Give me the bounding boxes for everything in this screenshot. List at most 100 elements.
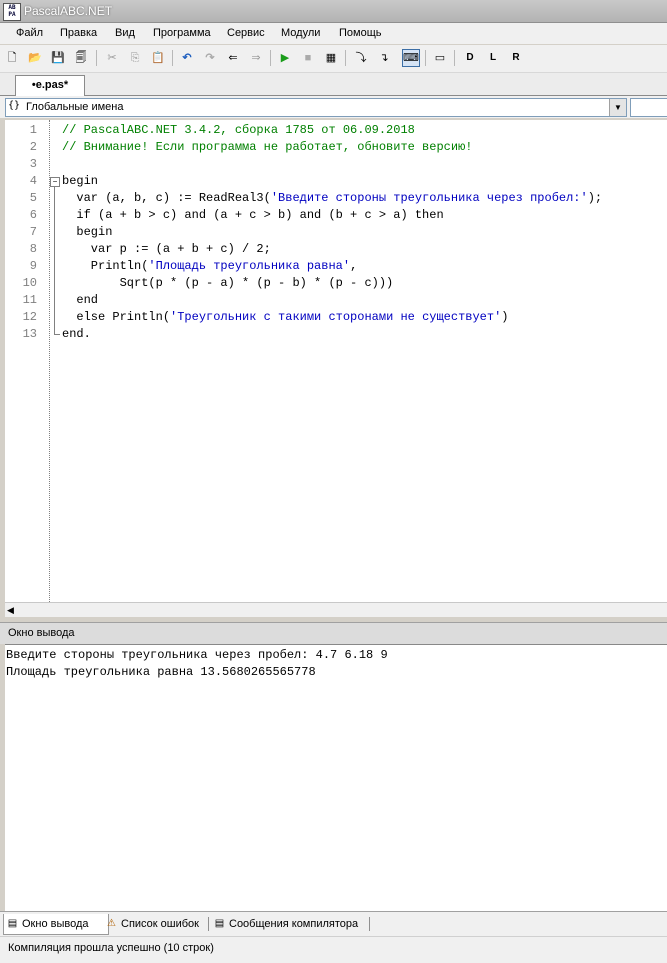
code-token: var p := (a + b + c) / 2; xyxy=(62,242,271,256)
output-panel-title: Окно вывода xyxy=(8,627,75,639)
redo-icon[interactable]: ↷ xyxy=(201,49,219,67)
code-token: else Println( xyxy=(62,310,171,324)
code-token: Println( xyxy=(62,259,149,273)
tab-e-pas[interactable]: •e.pas* xyxy=(15,75,85,96)
code-line: begin xyxy=(62,174,98,188)
console-icon[interactable]: ⌨ xyxy=(402,49,420,67)
code-token: end xyxy=(62,293,99,307)
menu-modules[interactable]: Модули xyxy=(281,27,320,39)
scope-dropdown[interactable]: {} Глобальные имена ▼ xyxy=(5,98,627,117)
code-line: var (a, b, c) := ReadReal3('Введите стор… xyxy=(62,191,602,205)
status-bar: Компиляция прошла успешно (10 строк) xyxy=(0,936,667,963)
scroll-left-icon[interactable]: ◀ xyxy=(7,605,14,616)
navigation-bar: {} Глобальные имена ▼ xyxy=(0,96,667,118)
code-line: // Внимание! Если программа не работает,… xyxy=(62,140,472,154)
code-token: ) xyxy=(501,310,509,324)
line-number: 11 xyxy=(22,293,37,307)
warning-icon: ⚠ xyxy=(107,918,116,929)
menu-program[interactable]: Программа xyxy=(153,27,211,39)
new-file-icon[interactable]: 🗋 xyxy=(3,49,21,67)
code-line: Println('Площадь треугольника равна', xyxy=(62,259,357,273)
open-file-icon[interactable]: 📂 xyxy=(26,49,44,67)
string-literal: 'Площадь треугольника равна' xyxy=(148,259,351,273)
status-text: Компиляция прошла успешно (10 строк) xyxy=(8,942,214,954)
bottom-tab-strip: ▤ Окно вывода ⚠ Список ошибок ▤ Сообщени… xyxy=(0,911,667,936)
code-token: end. xyxy=(62,327,91,341)
menu-service[interactable]: Сервис xyxy=(227,27,265,39)
menu-help[interactable]: Помощь xyxy=(339,27,382,39)
compile-icon[interactable]: ▦ xyxy=(322,49,340,67)
run-icon[interactable]: ▶ xyxy=(276,49,294,67)
fold-guide xyxy=(54,187,55,335)
tab-output-window[interactable]: ▤ Окно вывода xyxy=(3,914,109,935)
save-all-icon[interactable]: 🗐 xyxy=(72,49,90,67)
code-line: var p := (a + b + c) / 2; xyxy=(62,242,271,256)
tab-compiler-messages[interactable]: ▤ Сообщения компилятора xyxy=(211,914,379,934)
member-dropdown[interactable] xyxy=(630,98,667,117)
code-token: , xyxy=(350,259,358,273)
line-number: 10 xyxy=(22,276,37,290)
output-window[interactable]: Введите стороны треугольника через пробе… xyxy=(5,644,667,911)
paste-icon[interactable]: 📋 xyxy=(149,49,167,67)
code-token: if (a + b > c) and (a + c > b) and (b + … xyxy=(62,208,444,222)
fold-guide-end xyxy=(54,334,60,335)
step-into-icon[interactable]: ⤵ xyxy=(352,49,370,67)
line-number: 2 xyxy=(29,140,37,154)
window-title: PascalABC.NET xyxy=(24,4,113,18)
code-line: // PascalABC.NET 3.4.2, сборка 1785 от 0… xyxy=(62,123,415,137)
navigate-forward-icon[interactable]: ⇒ xyxy=(247,49,265,67)
menu-edit[interactable]: Правка xyxy=(60,27,97,39)
output-line: Введите стороны треугольника через пробе… xyxy=(6,648,388,662)
navigate-back-icon[interactable]: ⇐ xyxy=(224,49,242,67)
string-literal: 'Треугольник с такими сторонами не сущес… xyxy=(170,310,502,324)
menu-view[interactable]: Вид xyxy=(115,27,135,39)
tab-error-list-label: Список ошибок xyxy=(121,918,199,930)
document-tab-strip: •e.pas* xyxy=(0,73,667,96)
stop-icon[interactable]: ■ xyxy=(299,49,317,67)
tab-output-window-label: Окно вывода xyxy=(22,918,89,930)
toolbar: 🗋 📂 💾 🗐 ✂ ⎘ 📋 ↶ ↷ ⇐ ⇒ ▶ ■ ▦ ⤵ ↴ ⌨ ▭ D L … xyxy=(0,45,667,73)
output-line: Площадь треугольника равна 13.5680265565… xyxy=(6,665,316,679)
tool-l-icon[interactable]: L xyxy=(484,49,502,67)
cut-icon[interactable]: ✂ xyxy=(103,49,121,67)
line-number: 5 xyxy=(29,191,37,205)
string-literal: 'Введите стороны треугольника через проб… xyxy=(270,191,588,205)
tool-d-icon[interactable]: D xyxy=(461,49,479,67)
code-line: end xyxy=(62,293,98,307)
messages-icon: ▤ xyxy=(214,918,225,929)
line-number: 9 xyxy=(29,259,37,273)
line-number: 4 xyxy=(29,174,37,188)
step-over-icon[interactable]: ↴ xyxy=(375,49,393,67)
menu-file[interactable]: Файл xyxy=(16,27,43,39)
line-number: 3 xyxy=(29,157,37,171)
editor-horizontal-scrollbar[interactable]: ◀ xyxy=(5,602,667,617)
code-line: if (a + b > c) and (a + c > b) and (b + … xyxy=(62,208,444,222)
line-number: 13 xyxy=(22,327,37,341)
line-number-gutter: 1 2 3 4 5 6 7 8 9 10 11 12 13 xyxy=(5,120,45,602)
comment: // Внимание! Если программа не работает,… xyxy=(62,140,473,154)
fold-toggle-icon[interactable]: − xyxy=(50,177,60,187)
title-bar: AB PA PascalABC.NET xyxy=(0,0,667,23)
line-number: 12 xyxy=(22,310,37,324)
save-icon[interactable]: 💾 xyxy=(49,49,67,67)
tab-error-list[interactable]: ⚠ Список ошибок xyxy=(103,914,216,934)
code-line: else Println('Треугольник с такими сторо… xyxy=(62,310,509,324)
line-number: 6 xyxy=(29,208,37,222)
code-editor[interactable]: 1 2 3 4 5 6 7 8 9 10 11 12 13 − // PascalABC.NET 3.4… xyxy=(5,120,667,602)
output-icon: ▤ xyxy=(7,918,18,929)
tab-compiler-messages-label: Сообщения компилятора xyxy=(229,918,359,930)
scope-dropdown-value: Глобальные имена xyxy=(26,101,124,113)
tool-r-icon[interactable]: R xyxy=(507,49,525,67)
code-line: Sqrt(p * (p - a) * (p - b) * (p - c))) xyxy=(62,276,394,290)
code-token: Sqrt(p * (p - a) * (p - b) * (p - c))) xyxy=(62,276,394,290)
window-icon[interactable]: ▭ xyxy=(431,49,449,67)
menu-bar: Файл Правка Вид Программа Сервис Модули … xyxy=(0,23,667,44)
braces-icon: {} xyxy=(8,100,21,111)
comment: // PascalABC.NET 3.4.2, сборка 1785 от 0… xyxy=(62,123,415,137)
code-token: var (a, b, c) := ReadReal3( xyxy=(62,191,271,205)
chevron-down-icon[interactable]: ▼ xyxy=(609,99,626,116)
copy-icon[interactable]: ⎘ xyxy=(126,49,144,67)
code-line: end. xyxy=(62,327,91,341)
undo-icon[interactable]: ↶ xyxy=(178,49,196,67)
code-token: ); xyxy=(587,191,603,205)
